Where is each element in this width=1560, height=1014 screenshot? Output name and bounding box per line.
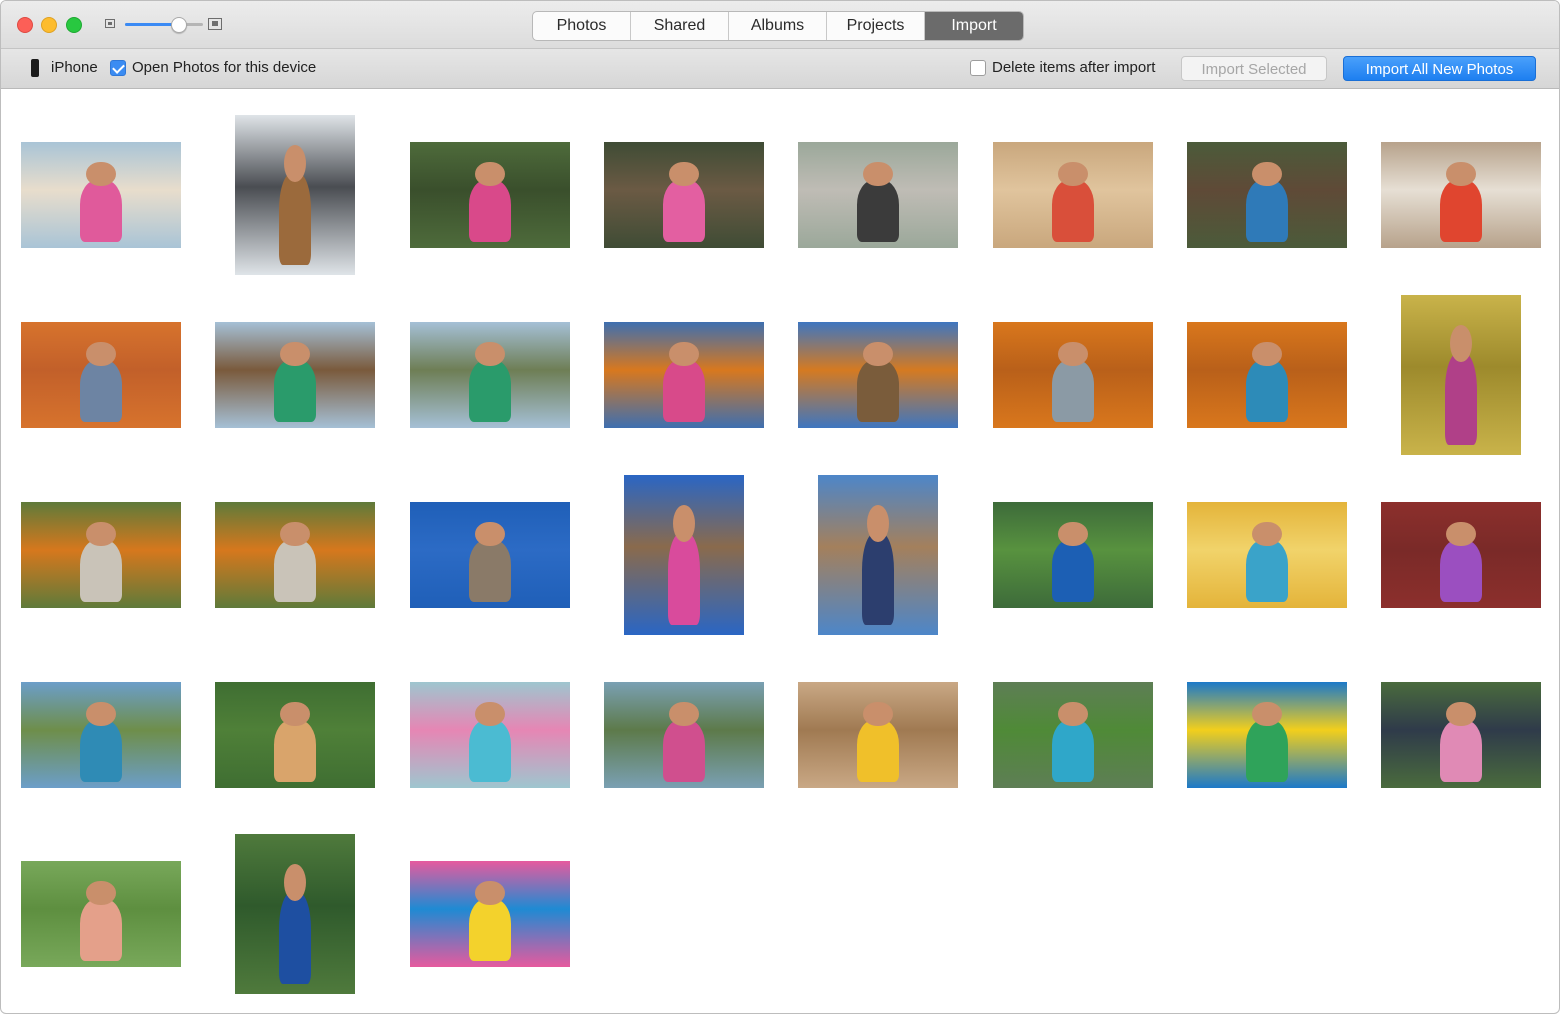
photo-thumbnail[interactable] xyxy=(1381,682,1541,788)
photo-subject xyxy=(857,341,899,422)
photo-thumbnail[interactable] xyxy=(215,502,375,608)
title-bar: Photos Shared Albums Projects Import xyxy=(1,1,1559,49)
photo-subject xyxy=(857,161,899,242)
photo-thumbnail[interactable] xyxy=(21,322,181,428)
photo-subject xyxy=(1052,701,1094,782)
photo-subject xyxy=(1052,521,1094,602)
photo-thumbnail[interactable] xyxy=(410,502,570,608)
import-toolbar: iPhone Open Photos for this device Delet… xyxy=(1,49,1559,89)
photo-subject xyxy=(469,880,511,961)
import-selected-button[interactable]: Import Selected xyxy=(1181,56,1327,81)
photo-thumbnail[interactable] xyxy=(410,322,570,428)
photo-thumbnail[interactable] xyxy=(235,834,355,994)
photo-thumbnail[interactable] xyxy=(1187,682,1347,788)
photo-thumbnail[interactable] xyxy=(624,475,744,635)
photo-thumbnail[interactable] xyxy=(215,682,375,788)
close-window-button[interactable] xyxy=(17,17,33,33)
photo-thumbnail[interactable] xyxy=(993,682,1153,788)
fullscreen-window-button[interactable] xyxy=(66,17,82,33)
photo-thumbnail[interactable] xyxy=(798,682,958,788)
import-window: Photos Shared Albums Projects Import iPh… xyxy=(0,0,1560,1014)
photo-thumbnail[interactable] xyxy=(1381,142,1541,248)
zoom-slider-thumb[interactable] xyxy=(171,17,188,33)
photo-subject xyxy=(663,701,705,782)
photo-subject xyxy=(80,701,122,782)
photo-thumbnail[interactable] xyxy=(410,682,570,788)
photo-subject xyxy=(469,701,511,782)
photo-subject xyxy=(663,341,705,422)
photo-thumbnail[interactable] xyxy=(798,142,958,248)
photo-thumbnail[interactable] xyxy=(1187,502,1347,608)
view-tabs: Photos Shared Albums Projects Import xyxy=(532,11,1024,41)
tab-import[interactable]: Import xyxy=(925,12,1023,40)
photo-thumbnail[interactable] xyxy=(818,475,938,635)
photo-subject xyxy=(1440,701,1482,782)
tab-shared[interactable]: Shared xyxy=(631,12,729,40)
delete-items-label: Delete items after import xyxy=(992,59,1156,76)
photo-subject xyxy=(274,341,316,422)
open-photos-label: Open Photos for this device xyxy=(132,59,317,76)
iphone-icon xyxy=(31,59,39,77)
photo-thumbnail[interactable] xyxy=(798,322,958,428)
photo-subject xyxy=(279,863,311,985)
photo-thumbnail[interactable] xyxy=(1187,322,1347,428)
photo-thumbnail[interactable] xyxy=(604,682,764,788)
photo-thumbnail[interactable] xyxy=(1401,295,1521,455)
photo-subject xyxy=(1246,701,1288,782)
photo-subject xyxy=(663,161,705,242)
photo-subject xyxy=(1052,161,1094,242)
photo-subject xyxy=(1246,161,1288,242)
tab-projects[interactable]: Projects xyxy=(827,12,925,40)
open-photos-checkbox[interactable] xyxy=(110,60,126,76)
photo-thumbnail[interactable] xyxy=(604,142,764,248)
device-name: iPhone xyxy=(51,59,98,76)
photo-subject xyxy=(862,504,894,626)
photo-thumbnail[interactable] xyxy=(235,115,355,275)
photo-thumbnail[interactable] xyxy=(21,682,181,788)
photo-subject xyxy=(80,161,122,242)
photo-subject xyxy=(668,504,700,626)
photo-subject xyxy=(1246,521,1288,602)
zoom-slider[interactable] xyxy=(125,17,203,33)
zoom-out-icon[interactable] xyxy=(105,19,115,28)
photo-thumbnail[interactable] xyxy=(993,502,1153,608)
minimize-window-button[interactable] xyxy=(41,17,57,33)
tab-photos[interactable]: Photos xyxy=(533,12,631,40)
photo-thumbnail[interactable] xyxy=(21,502,181,608)
photo-thumbnail[interactable] xyxy=(410,142,570,248)
zoom-in-icon[interactable] xyxy=(208,18,222,30)
photo-subject xyxy=(1246,341,1288,422)
photo-thumbnail[interactable] xyxy=(410,861,570,967)
photo-thumbnail[interactable] xyxy=(21,861,181,967)
import-all-new-photos-button[interactable]: Import All New Photos xyxy=(1343,56,1536,81)
photo-subject xyxy=(274,521,316,602)
photo-subject xyxy=(1440,521,1482,602)
photo-subject xyxy=(469,521,511,602)
photo-thumbnail[interactable] xyxy=(21,142,181,248)
photo-subject xyxy=(274,701,316,782)
photo-thumbnail[interactable] xyxy=(1187,142,1347,248)
photo-subject xyxy=(80,521,122,602)
photo-subject xyxy=(279,144,311,266)
photo-thumbnail[interactable] xyxy=(993,322,1153,428)
photo-thumbnail[interactable] xyxy=(215,322,375,428)
photo-thumbnail[interactable] xyxy=(993,142,1153,248)
photo-subject xyxy=(1052,341,1094,422)
photo-subject xyxy=(469,161,511,242)
photo-subject xyxy=(1440,161,1482,242)
tab-albums[interactable]: Albums xyxy=(729,12,827,40)
photo-subject xyxy=(1445,324,1477,446)
photo-subject xyxy=(469,341,511,422)
photo-thumbnail[interactable] xyxy=(1381,502,1541,608)
photo-subject xyxy=(80,880,122,961)
delete-items-checkbox[interactable] xyxy=(970,60,986,76)
photo-thumbnail[interactable] xyxy=(604,322,764,428)
photo-subject xyxy=(80,341,122,422)
photo-subject xyxy=(857,701,899,782)
